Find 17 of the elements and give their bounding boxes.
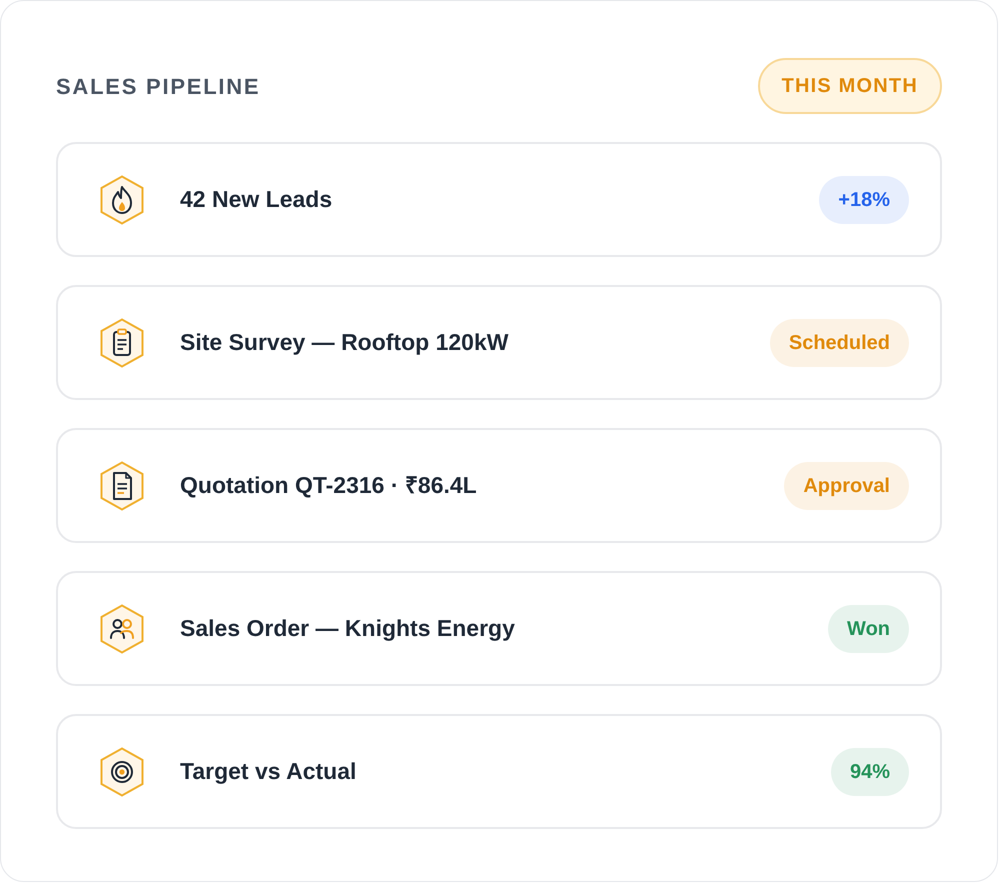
- row-label: Quotation QT-2316 · ₹86.4L: [180, 471, 477, 500]
- row-label: 42 New Leads: [180, 185, 332, 214]
- section-title: SALES PIPELINE: [56, 72, 260, 100]
- row-label: Target vs Actual: [180, 757, 356, 786]
- status-badge: 94%: [830, 748, 909, 796]
- people-icon: [100, 604, 144, 654]
- clipboard-icon: [100, 318, 144, 368]
- target-icon: [100, 746, 144, 796]
- document-icon: [100, 460, 144, 510]
- status-badge: Won: [828, 604, 909, 652]
- flame-icon: [100, 174, 144, 224]
- status-badge: Approval: [784, 462, 909, 510]
- row-label: Sales Order — Knights Energy: [180, 614, 515, 644]
- row-label: Site Survey — Rooftop 120kW: [180, 328, 508, 358]
- status-badge: +18%: [819, 176, 909, 224]
- status-badge: Scheduled: [770, 318, 909, 366]
- period-badge: THIS MONTH: [758, 58, 942, 114]
